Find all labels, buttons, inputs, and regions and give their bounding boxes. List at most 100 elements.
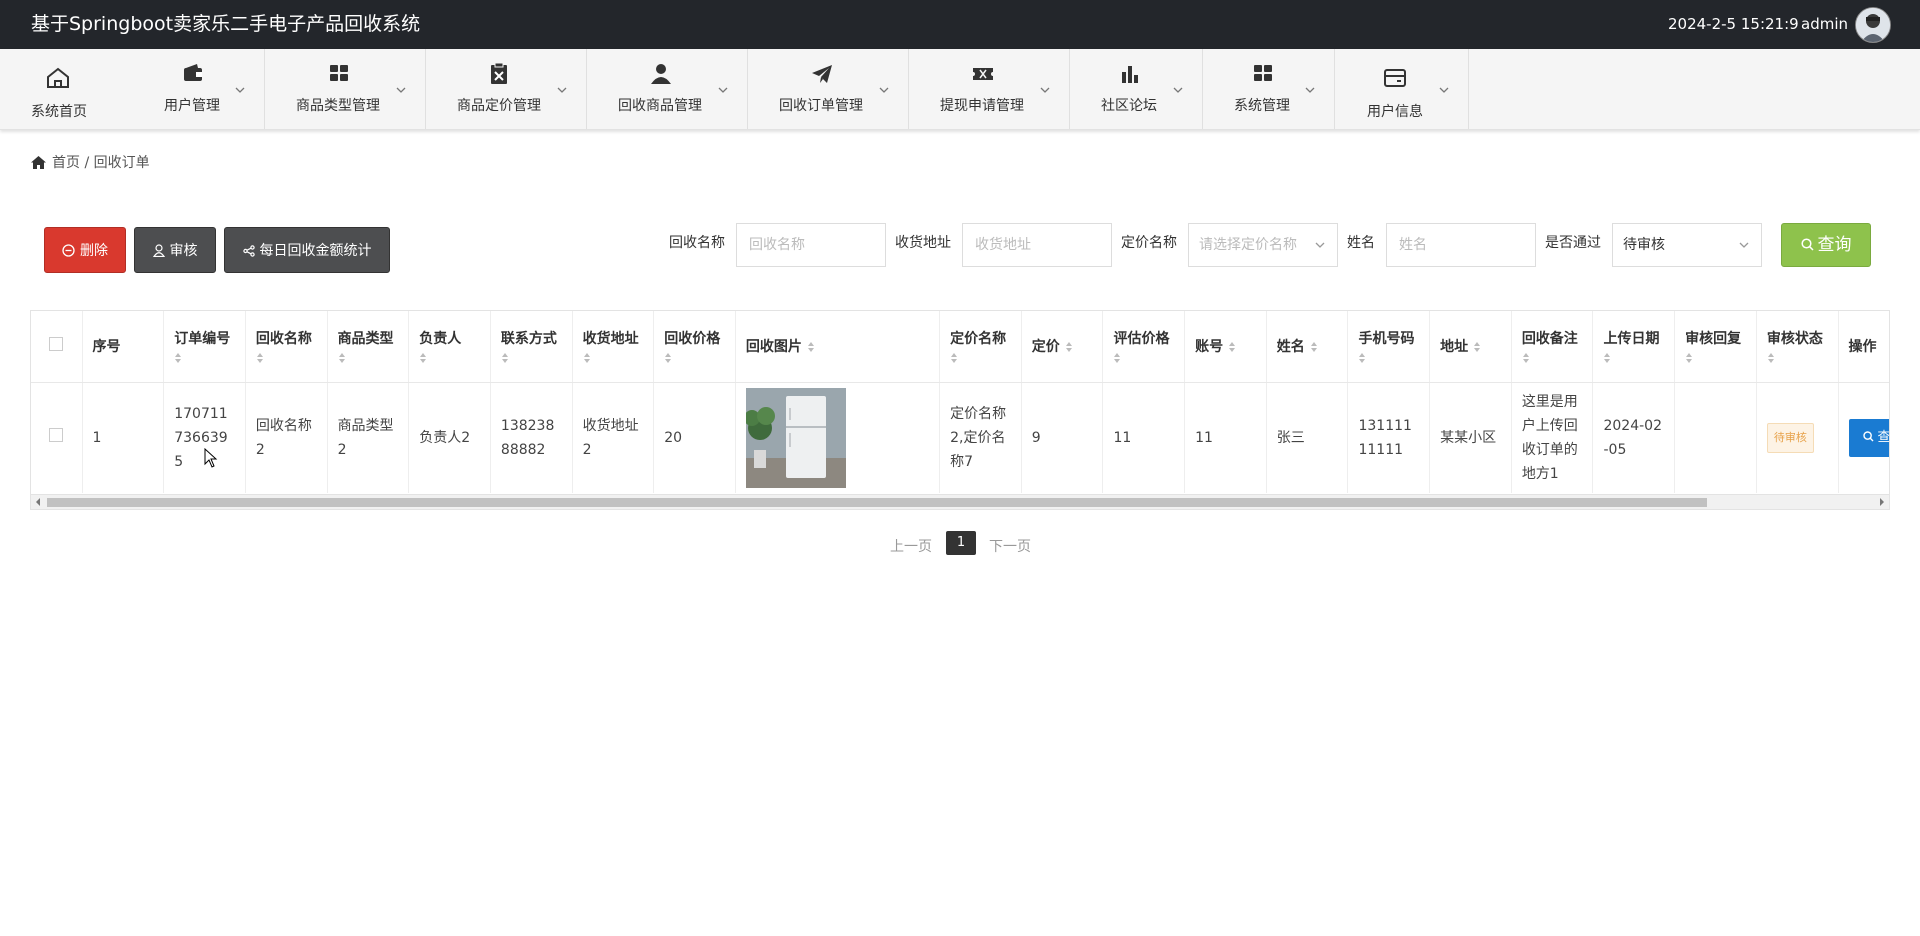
- view-label: 查看: [1877, 429, 1890, 445]
- chevron-down-icon: [718, 87, 728, 93]
- row-select-cell: [31, 382, 83, 493]
- column-header[interactable]: 评估价格: [1102, 311, 1186, 383]
- cell-price: 9: [1021, 382, 1104, 493]
- prev-page-link[interactable]: 上一页: [890, 536, 932, 556]
- sort-icon: [1229, 342, 1235, 353]
- chevron-down-icon: [879, 87, 889, 93]
- search-icon: [1800, 238, 1814, 251]
- next-page-link[interactable]: 下一页: [989, 536, 1031, 556]
- nav-label: 用户信息: [1367, 104, 1423, 120]
- grid-icon: [1254, 65, 1272, 81]
- column-header[interactable]: 回收名称: [245, 311, 328, 383]
- nav-item-withdrawal-management[interactable]: 提现申请管理: [909, 49, 1070, 129]
- breadcrumb-separator: /: [84, 155, 90, 171]
- sort-icon: [501, 353, 508, 364]
- table-row: 1 1707117366395 回收名称2 商品类型2 负责人2 1382388…: [31, 382, 1890, 493]
- nav-item-user-management[interactable]: 用户管理: [133, 49, 265, 129]
- name-input[interactable]: [1386, 223, 1536, 267]
- sort-icon: [665, 353, 672, 364]
- column-header[interactable]: 审核状态: [1756, 311, 1839, 383]
- sort-icon: [1604, 353, 1611, 364]
- status-badge: 待审核: [1766, 422, 1814, 453]
- nav-item-system-management[interactable]: 系统管理: [1203, 49, 1335, 129]
- column-header[interactable]: 负责人: [408, 311, 491, 383]
- card-icon: [1384, 69, 1406, 87]
- cell-index: 1: [82, 382, 165, 493]
- product-photo[interactable]: [745, 387, 846, 488]
- cell-recycle-price: 20: [653, 382, 736, 493]
- name-label: 姓名: [1347, 235, 1375, 251]
- passed-value: 待审核: [1623, 237, 1665, 253]
- column-header[interactable]: 账号: [1184, 311, 1267, 383]
- recycle-name-input[interactable]: [736, 223, 886, 267]
- recycle-name-label: 回收名称: [669, 235, 725, 251]
- query-button[interactable]: 查询: [1781, 223, 1871, 267]
- column-header[interactable]: 地址: [1429, 311, 1512, 383]
- current-datetime: 2024-2-5 15:21:9: [1668, 15, 1799, 33]
- address-input[interactable]: [962, 223, 1112, 267]
- username[interactable]: admin: [1801, 0, 1848, 49]
- nav-item-pricing-management[interactable]: 商品定价管理: [426, 49, 587, 129]
- app-title: 基于Springboot卖家乐二手电子产品回收系统: [31, 13, 421, 35]
- daily-stats-button[interactable]: 每日回收金额统计: [224, 227, 390, 273]
- column-header[interactable]: 审核回复: [1674, 311, 1757, 383]
- column-header[interactable]: 回收备注: [1511, 311, 1594, 383]
- column-header[interactable]: 定价名称: [939, 311, 1022, 383]
- view-button[interactable]: 查看: [1848, 418, 1890, 457]
- chevron-down-icon: [1315, 242, 1325, 248]
- cell-product-type: 商品类型2: [327, 382, 410, 493]
- column-header[interactable]: 订单编号: [163, 311, 246, 383]
- cell-address: 收货地址2: [572, 382, 655, 493]
- nav-item-recycle-product-management[interactable]: 回收商品管理: [587, 49, 748, 129]
- pricing-name-select[interactable]: 请选择定价名称: [1188, 223, 1338, 267]
- delete-button[interactable]: 删除: [44, 227, 126, 273]
- column-header[interactable]: 姓名: [1266, 311, 1349, 383]
- sort-icon: [1065, 342, 1072, 353]
- chevron-down-icon: [1739, 242, 1749, 248]
- cell-reply: [1674, 382, 1757, 493]
- column-header[interactable]: 回收图片: [735, 311, 941, 383]
- order-table: 序号 订单编号 回收名称 商品类型 负责人 联系方式 收货地址 回收价格 回收图…: [30, 310, 1890, 510]
- select-all-checkbox[interactable]: [49, 337, 64, 352]
- column-header[interactable]: 上传日期: [1592, 311, 1676, 383]
- ticket-icon: [973, 68, 993, 80]
- scrollbar-thumb[interactable]: [47, 498, 1707, 507]
- cell-owner: 负责人2: [408, 382, 491, 493]
- search-icon: [1863, 431, 1874, 442]
- nav-label: 社区论坛: [1101, 98, 1157, 114]
- scroll-right-arrow[interactable]: [1880, 498, 1884, 506]
- column-header[interactable]: 收货地址: [572, 311, 655, 383]
- chevron-down-icon: [1173, 87, 1183, 93]
- nav-label: 商品定价管理: [457, 98, 541, 114]
- nav-item-user-info[interactable]: 用户信息: [1335, 49, 1469, 129]
- column-header[interactable]: 序号: [82, 311, 165, 383]
- avatar[interactable]: [1855, 7, 1891, 43]
- breadcrumb-current: 回收订单: [93, 155, 150, 171]
- current-page[interactable]: 1: [946, 531, 976, 555]
- cell-pricing-name: 定价名称2,定价名称7: [939, 382, 1022, 493]
- cell-status: 待审核: [1756, 382, 1839, 493]
- sort-icon: [1310, 342, 1317, 353]
- wallet-icon: [184, 64, 202, 81]
- nav-item-community-forum[interactable]: 社区论坛: [1070, 49, 1203, 129]
- clipboard-x-icon: [491, 62, 507, 84]
- column-header[interactable]: 定价: [1021, 311, 1104, 383]
- nav-item-recycle-order-management[interactable]: 回收订单管理: [748, 49, 909, 129]
- cell-account: 11: [1184, 382, 1267, 493]
- paper-plane-icon: [812, 65, 832, 83]
- column-header[interactable]: 联系方式: [490, 311, 573, 383]
- breadcrumb-home[interactable]: 首页: [52, 155, 80, 171]
- column-header[interactable]: 商品类型: [327, 311, 410, 383]
- row-checkbox[interactable]: [49, 427, 64, 442]
- audit-button[interactable]: 审核: [134, 227, 216, 273]
- nav-item-home[interactable]: 系统首页: [0, 49, 117, 129]
- passed-select[interactable]: 待审核: [1612, 223, 1762, 267]
- scroll-left-arrow[interactable]: [36, 498, 40, 506]
- chevron-down-icon: [557, 87, 567, 93]
- sort-icon: [1522, 353, 1529, 364]
- column-header[interactable]: 回收价格: [653, 311, 736, 383]
- select-all-cell: [31, 311, 83, 383]
- nav-item-product-type-management[interactable]: 商品类型管理: [265, 49, 426, 129]
- column-header[interactable]: 手机号码: [1347, 311, 1431, 383]
- horizontal-scrollbar[interactable]: [31, 494, 1889, 509]
